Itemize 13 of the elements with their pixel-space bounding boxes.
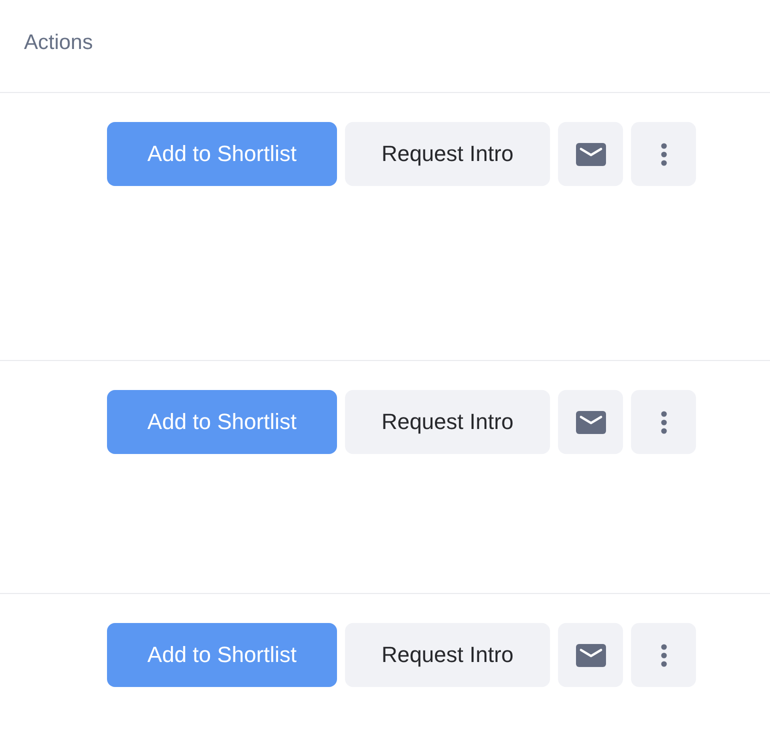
vertical-dots-icon bbox=[660, 644, 666, 666]
email-button[interactable] bbox=[558, 390, 623, 454]
column-header: Actions bbox=[24, 30, 93, 54]
request-intro-button[interactable]: Request Intro bbox=[345, 623, 550, 687]
vertical-dots-icon bbox=[660, 142, 666, 166]
envelope-icon bbox=[576, 142, 606, 166]
envelope-icon bbox=[576, 410, 606, 434]
request-intro-button[interactable]: Request Intro bbox=[345, 122, 550, 186]
vertical-dots-icon bbox=[660, 410, 666, 434]
email-button[interactable] bbox=[558, 623, 623, 687]
envelope-icon bbox=[576, 644, 606, 666]
email-button[interactable] bbox=[558, 122, 623, 186]
request-intro-button[interactable]: Request Intro bbox=[345, 390, 550, 454]
